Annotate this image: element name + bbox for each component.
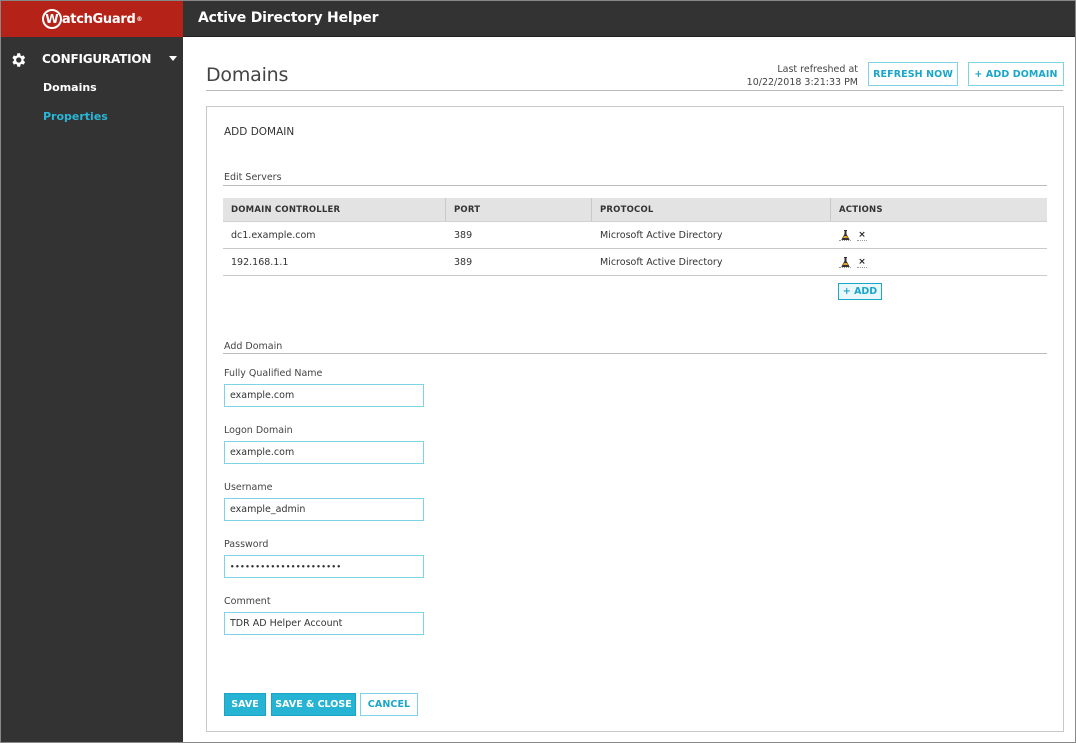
top-bar: Active Directory Helper	[183, 1, 1075, 37]
logo-text: atchGuard	[61, 11, 136, 27]
edit-servers-divider	[223, 185, 1047, 186]
column-header-domain-controller[interactable]: DOMAIN CONTROLLER	[223, 198, 446, 221]
last-refreshed-timestamp: 10/22/2018 3:21:33 PM	[746, 77, 858, 88]
column-header-actions: ACTIONS	[839, 204, 883, 215]
sidebar-item-properties[interactable]: Properties	[43, 110, 108, 123]
gear-icon	[12, 53, 26, 67]
panel-title: ADD DOMAIN	[224, 126, 295, 138]
username-input[interactable]	[224, 498, 424, 521]
cell-protocol: Microsoft Active Directory	[600, 256, 723, 268]
last-refreshed-label: Last refreshed at 10/22/2018 3:21:33 PM	[740, 63, 858, 89]
servers-table: DOMAIN CONTROLLER PORT PROTOCOL ACTIONS …	[223, 198, 1047, 276]
column-header-port[interactable]: PORT	[446, 198, 592, 221]
add-domain-section-label: Add Domain	[224, 341, 283, 352]
save-and-close-button[interactable]: SAVE & CLOSE	[271, 693, 356, 716]
add-domain-panel: ADD DOMAIN Edit Servers DOMAIN CONTROLLE…	[206, 106, 1064, 732]
cell-protocol: Microsoft Active Directory	[600, 229, 723, 241]
logo-mark: W	[41, 9, 62, 29]
title-divider	[206, 90, 1063, 91]
add-domain-button[interactable]: + ADD DOMAIN	[968, 62, 1064, 86]
password-input[interactable]	[224, 555, 424, 578]
cell-port: 389	[454, 229, 473, 241]
chevron-down-icon[interactable]	[169, 56, 177, 61]
username-label: Username	[224, 482, 273, 493]
logon-domain-label: Logon Domain	[224, 425, 293, 436]
cell-actions: ×	[831, 249, 1047, 275]
column-header-protocol[interactable]: PROTOCOL	[592, 198, 831, 221]
comment-input[interactable]	[224, 612, 424, 635]
fqdn-input[interactable]	[224, 384, 424, 407]
page-title: Domains	[206, 64, 289, 86]
sidebar: W atchGuard ® CONFIGURATION Domains Prop…	[1, 1, 183, 742]
delete-icon[interactable]: ×	[857, 229, 867, 241]
test-connection-icon[interactable]	[839, 256, 851, 268]
refresh-now-button[interactable]: REFRESH NOW	[868, 62, 958, 86]
watchguard-logo[interactable]: W atchGuard ®	[41, 9, 143, 29]
logon-domain-input[interactable]	[224, 441, 424, 464]
table-header: DOMAIN CONTROLLER PORT PROTOCOL ACTIONS	[223, 198, 1047, 222]
cell-actions: ×	[831, 222, 1047, 248]
add-server-button[interactable]: + ADD	[838, 283, 882, 300]
sidebar-item-domains[interactable]: Domains	[43, 81, 97, 94]
table-row: dc1.example.com 389 Microsoft Active Dir…	[223, 222, 1047, 249]
edit-servers-label: Edit Servers	[224, 172, 282, 183]
app-title: Active Directory Helper	[198, 10, 379, 26]
last-refreshed-caption: Last refreshed at	[777, 64, 858, 75]
comment-label: Comment	[224, 596, 271, 607]
cancel-button[interactable]: CANCEL	[360, 693, 418, 716]
cell-domain-controller: dc1.example.com	[231, 229, 316, 241]
table-row: 192.168.1.1 389 Microsoft Active Directo…	[223, 249, 1047, 276]
test-connection-icon[interactable]	[839, 229, 851, 241]
logo-area: W atchGuard ®	[1, 1, 183, 37]
logo-registered: ®	[136, 15, 143, 23]
add-domain-divider	[223, 353, 1047, 354]
nav-section-configuration[interactable]: CONFIGURATION	[1, 47, 183, 73]
delete-icon[interactable]: ×	[857, 256, 867, 268]
nav-section-label: CONFIGURATION	[42, 52, 152, 66]
save-button[interactable]: SAVE	[224, 693, 266, 716]
fqdn-label: Fully Qualified Name	[224, 368, 323, 379]
cell-port: 389	[454, 256, 473, 268]
password-label: Password	[224, 539, 269, 550]
cell-domain-controller: 192.168.1.1	[231, 256, 289, 268]
